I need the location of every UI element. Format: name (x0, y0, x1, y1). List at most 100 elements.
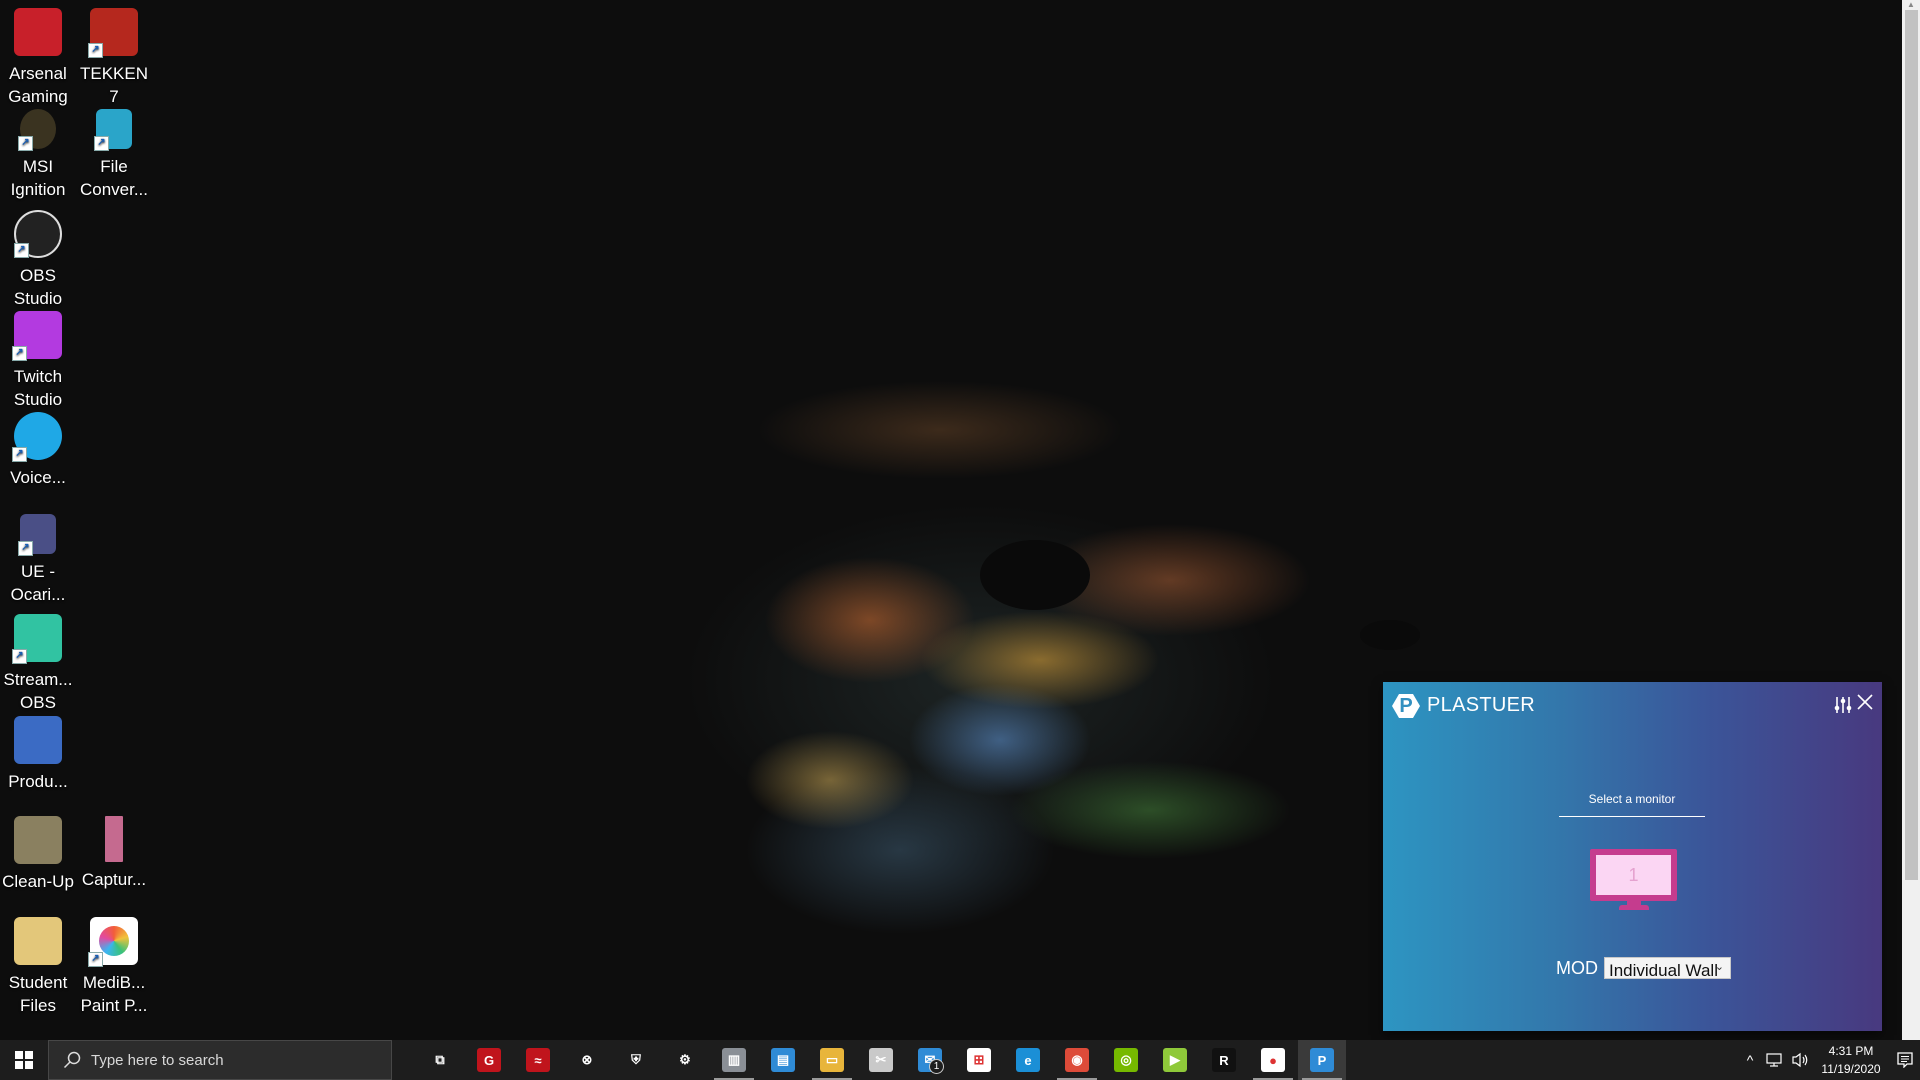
control-panel-icon: ▤ (771, 1048, 795, 1072)
taskbar-app-edge[interactable]: e (1004, 1040, 1052, 1080)
action-center-icon[interactable] (1890, 1040, 1920, 1080)
taskbar-app-plastuer[interactable]: P (1298, 1040, 1346, 1080)
desktop-icon-label: File (100, 157, 128, 176)
desktop-icon-label: Clean-Up (2, 872, 74, 891)
mail-unread-badge: 1 (929, 1059, 944, 1074)
desktop-icon-captur[interactable]: Captur... (76, 812, 152, 891)
tekken-launcher-icon: ≈ (526, 1048, 550, 1072)
taskbar-app-microsoft-store[interactable]: ⊞ (955, 1040, 1003, 1080)
taskbar-app-snipping-tool[interactable]: ✂ (857, 1040, 905, 1080)
system-monitor-icon: ▥ (722, 1048, 746, 1072)
shortcut-arrow-icon: ↗ (94, 136, 109, 151)
select-monitor-label: Select a monitor (1559, 792, 1705, 817)
taskbar-app-nvidia[interactable]: ◎ (1102, 1040, 1150, 1080)
taskbar-app-xbox[interactable]: ⊗ (563, 1040, 611, 1080)
shortcut-arrow-icon: ↗ (18, 136, 33, 151)
file-converter-icon: ↗ (94, 109, 132, 151)
mode-dropdown[interactable]: Individual Wall ⌄ (1604, 957, 1731, 979)
desktop-icon-voice[interactable]: ↗ Voice... (0, 408, 76, 489)
search-icon (63, 1051, 81, 1069)
network-icon[interactable] (1762, 1040, 1786, 1080)
shortcut-arrow-icon: ↗ (88, 43, 103, 58)
desktop-icon-file-converter[interactable]: ↗ File Conver... (76, 105, 152, 201)
desktop-icon-label: UE - (21, 562, 55, 581)
shortcut-arrow-icon: ↗ (18, 541, 33, 556)
desktop-icon-label: Files (20, 996, 56, 1015)
desktop-icon-label: Stream... (3, 670, 73, 689)
desktop-icon-student-files[interactable]: Student Files (0, 913, 76, 1017)
clock-date: 11/19/2020 (1821, 1062, 1881, 1076)
taskbar-app-file-explorer[interactable]: ▭ (808, 1040, 856, 1080)
taskbar-app-chrome[interactable]: ◉ (1053, 1040, 1101, 1080)
desktop-icon-label: Ignition (10, 180, 66, 199)
streamlabs-icon: ↗ (12, 614, 62, 664)
vertical-scrollbar[interactable]: ▲ (1902, 0, 1920, 1040)
clock[interactable]: 4:31 PM 11/19/2020 (1814, 1040, 1888, 1080)
voicemod-icon: ↗ (12, 412, 62, 462)
monitor-base (1619, 905, 1649, 910)
taskbar-app-task-view[interactable]: ⧉ (416, 1040, 464, 1080)
medibang-icon: ● (1261, 1048, 1285, 1072)
desktop-icon-label: TEKKEN (79, 64, 149, 83)
msi-dragon-shield-icon (14, 8, 62, 56)
settings-icon: ⚙ (679, 1052, 691, 1067)
taskbar-app-control-panel[interactable]: ▤ (759, 1040, 807, 1080)
taskbar-app-tekken-launcher[interactable]: ≈ (514, 1040, 562, 1080)
desktop-icon-label: Voice... (10, 468, 66, 487)
desktop-icon-tekken-7[interactable]: ↗ TEKKEN 7 (76, 4, 152, 108)
xbox-icon: ⊗ (581, 1052, 593, 1067)
desktop-icon-label: Produ... (8, 772, 68, 791)
obs-icon: ↗ (14, 210, 62, 258)
desktop-icon-label: Arsenal (9, 64, 67, 83)
taskbar: Type here to search ⧉ G ≈ ⊗ ⛨ ⚙ ▥ ▤ ▭ ✂ ✉ 1 ⊞ e ◉ ◎ ▶ R ● P… (0, 1040, 1920, 1080)
taskbar-app-mail[interactable]: ✉ 1 (906, 1040, 954, 1080)
sliders-icon[interactable] (1834, 696, 1852, 714)
ryzen-master-icon: R (1212, 1048, 1236, 1072)
desktop-icon-obs-studio[interactable]: ↗ OBS Studio (0, 206, 76, 310)
search-placeholder: Type here to search (91, 1051, 224, 1069)
shortcut-arrow-icon: ↗ (12, 346, 27, 361)
desktop-icon-label: MediB... (82, 973, 146, 992)
desktop-icon-arsenal-gaming[interactable]: Arsenal Gaming (0, 4, 76, 108)
hylian-shield-icon: ↗ (18, 514, 56, 556)
windows-logo-icon (15, 1051, 33, 1069)
twitch-icon: ↗ (12, 311, 62, 361)
desktop-icon-msi-ignition[interactable]: ↗ MSI Ignition (0, 105, 76, 201)
taskbar-search-input[interactable]: Type here to search (48, 1040, 392, 1080)
volume-icon[interactable] (1788, 1040, 1812, 1080)
medibang-icon: ↗ (88, 917, 138, 967)
monitor-1-button[interactable]: 1 (1590, 849, 1677, 913)
desktop-icon-medibang-paint-pro[interactable]: ↗ MediB... Paint P... (76, 913, 152, 1017)
msi-dragon-center-icon: G (477, 1048, 501, 1072)
folder-icon (14, 816, 62, 864)
plastuer-icon: P (1310, 1048, 1334, 1072)
monitor-number: 1 (1590, 849, 1677, 901)
show-hidden-icons-chevron-icon[interactable]: ^ (1740, 1040, 1760, 1080)
shortcut-arrow-icon: ↗ (14, 243, 29, 258)
taskbar-app-windows-security[interactable]: ⛨ (612, 1040, 660, 1080)
microsoft-store-icon: ⊞ (967, 1048, 991, 1072)
desktop-icon-produ[interactable]: Produ... (0, 712, 76, 793)
taskbar-app-system-monitor[interactable]: ▥ (710, 1040, 758, 1080)
scrollbar-thumb[interactable] (1905, 10, 1918, 880)
desktop-icon-label: Ocari... (10, 585, 66, 604)
desktop-icon-ue-ocari[interactable]: ↗ UE - Ocari... (0, 510, 76, 606)
desktop-icon-label: Student (8, 973, 68, 992)
taskbar-app-medibang[interactable]: ● (1249, 1040, 1297, 1080)
taskbar-app-fl-studio[interactable]: ▶ (1151, 1040, 1199, 1080)
wallpaper-detail (980, 540, 1090, 610)
desktop-icon-stream-obs[interactable]: ↗ Stream... OBS (0, 610, 76, 714)
start-button[interactable] (0, 1040, 48, 1080)
medibang-droplet-icon (99, 926, 129, 956)
task-view-icon: ⧉ (435, 1052, 445, 1067)
scroll-up-arrow-icon[interactable]: ▲ (1902, 0, 1920, 10)
taskbar-app-settings[interactable]: ⚙ (661, 1040, 709, 1080)
taskbar-app-ryzen-master[interactable]: R (1200, 1040, 1248, 1080)
desktop-icon-clean-up[interactable]: Clean-Up (0, 812, 76, 893)
shortcut-arrow-icon: ↗ (88, 952, 103, 967)
image-file-icon (105, 816, 123, 862)
taskbar-app-msi-dragon-center[interactable]: G (465, 1040, 513, 1080)
close-icon[interactable] (1854, 693, 1876, 715)
shortcut-arrow-icon: ↗ (12, 447, 27, 462)
desktop-icon-twitch-studio[interactable]: ↗ Twitch Studio (0, 307, 76, 411)
